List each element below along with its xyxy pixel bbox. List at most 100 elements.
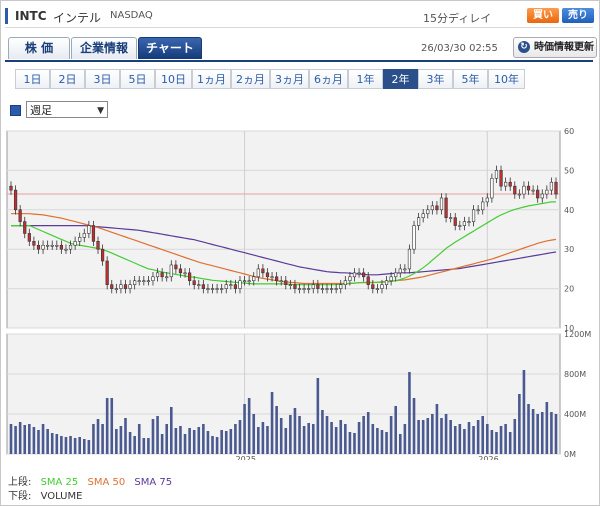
candle-body bbox=[357, 272, 361, 275]
period-button-10[interactable]: 2年 bbox=[383, 69, 418, 89]
candle-body bbox=[242, 280, 247, 283]
volume-tick-label: 1200M bbox=[564, 330, 591, 339]
period-button-0[interactable]: 1日 bbox=[15, 69, 50, 89]
volume-bar bbox=[243, 404, 246, 454]
candle-body bbox=[215, 288, 219, 290]
candle-body bbox=[183, 272, 187, 275]
volume-bar bbox=[92, 424, 95, 454]
legend-upper-row: 上段: SMA 25 SMA 50 SMA 75 bbox=[8, 473, 178, 488]
volume-bar bbox=[527, 404, 530, 454]
candle-body bbox=[96, 241, 100, 250]
volume-bar bbox=[156, 416, 159, 454]
volume-bar bbox=[257, 427, 260, 454]
volume-bar bbox=[14, 426, 17, 454]
candle-body bbox=[238, 280, 242, 289]
candle-body bbox=[284, 280, 288, 285]
candle-body bbox=[201, 284, 205, 289]
candle-body bbox=[68, 244, 73, 250]
period-button-7[interactable]: 3ヵ月 bbox=[270, 69, 309, 89]
period-button-13[interactable]: 10年 bbox=[488, 69, 525, 89]
sell-button[interactable]: 売り bbox=[562, 8, 594, 23]
volume-bar bbox=[540, 412, 544, 454]
legend-sma75: SMA 75 bbox=[134, 477, 173, 488]
candle-body bbox=[352, 272, 357, 278]
candle-body bbox=[100, 248, 105, 262]
volume-bar bbox=[105, 398, 109, 454]
period-button-1[interactable]: 2日 bbox=[50, 69, 85, 89]
candle-body bbox=[146, 280, 150, 283]
candle-body bbox=[554, 181, 558, 195]
volume-bar bbox=[550, 412, 553, 454]
period-button-11[interactable]: 3年 bbox=[418, 69, 453, 89]
candle-interval-select[interactable]: 週足 ▼ bbox=[26, 101, 108, 118]
candle-body bbox=[169, 264, 173, 278]
legend-lower-row: 下段: VOLUME bbox=[8, 487, 88, 502]
candle-body bbox=[137, 280, 141, 283]
period-button-4[interactable]: 10日 bbox=[155, 69, 192, 89]
volume-bar bbox=[458, 424, 462, 454]
quote-timestamp: 26/03/30 02:55 bbox=[421, 43, 498, 54]
tab-stock-price[interactable]: 株 価 bbox=[8, 37, 70, 59]
period-button-6[interactable]: 2ヵ月 bbox=[231, 69, 270, 89]
volume-bar bbox=[481, 416, 485, 454]
buy-button[interactable]: 買い bbox=[527, 8, 559, 23]
candle-body bbox=[339, 284, 343, 289]
volume-bar bbox=[64, 437, 68, 454]
candle-body bbox=[412, 225, 416, 250]
chevron-down-icon: ▼ bbox=[97, 106, 104, 116]
period-button-3[interactable]: 5日 bbox=[120, 69, 155, 89]
period-button-8[interactable]: 6ヵ月 bbox=[309, 69, 348, 89]
tab-chart[interactable]: チャート bbox=[138, 37, 202, 59]
period-button-9[interactable]: 1年 bbox=[348, 69, 383, 89]
volume-bar bbox=[289, 415, 292, 454]
settings-square-icon bbox=[10, 105, 21, 116]
volume-bar bbox=[252, 414, 256, 454]
candle-body bbox=[407, 248, 412, 270]
candle-body bbox=[165, 276, 169, 279]
volume-bar bbox=[531, 409, 535, 454]
volume-bar bbox=[298, 416, 301, 454]
candle-body bbox=[490, 177, 494, 199]
volume-bar bbox=[137, 424, 141, 454]
tab-company-info[interactable]: 企業情報 bbox=[71, 37, 137, 59]
volume-bar bbox=[339, 420, 343, 454]
candle-body bbox=[128, 284, 132, 289]
period-button-12[interactable]: 5年 bbox=[453, 69, 488, 89]
volume-bar bbox=[431, 414, 434, 454]
volume-bar bbox=[376, 428, 379, 454]
volume-bar bbox=[60, 436, 63, 454]
volume-bar bbox=[169, 407, 173, 454]
candle-body bbox=[105, 260, 109, 285]
period-button-2[interactable]: 3日 bbox=[85, 69, 120, 89]
candle-body bbox=[307, 288, 311, 290]
candle-body bbox=[435, 205, 439, 211]
period-button-5[interactable]: 1ヵ月 bbox=[192, 69, 231, 89]
volume-bar bbox=[69, 436, 72, 454]
candle-body bbox=[508, 181, 512, 187]
volume-bar bbox=[110, 398, 114, 454]
volume-bar bbox=[234, 424, 237, 454]
volume-bar bbox=[316, 378, 320, 454]
candle-body bbox=[87, 225, 91, 234]
volume-bar bbox=[408, 372, 411, 454]
candle-body bbox=[471, 209, 476, 222]
candle-body bbox=[302, 288, 306, 290]
volume-bar bbox=[440, 418, 443, 454]
price-volume-chart: 1020304050600M400M800M1200M2025 2026 bbox=[6, 127, 591, 464]
refresh-label: 時価情報更新 bbox=[534, 42, 594, 53]
volume-bar bbox=[385, 432, 388, 454]
candle-body bbox=[371, 284, 375, 289]
refresh-quote-button[interactable]: ↻ 時価情報更新 bbox=[513, 37, 597, 58]
candle-body bbox=[229, 284, 233, 286]
candle-body bbox=[197, 284, 201, 286]
refresh-icon: ↻ bbox=[518, 41, 530, 53]
volume-bar bbox=[499, 426, 503, 454]
candle-body bbox=[23, 221, 27, 234]
candle-body bbox=[540, 193, 544, 199]
candle-body bbox=[188, 272, 192, 282]
volume-bar bbox=[55, 434, 59, 454]
candle-body bbox=[297, 288, 302, 290]
volume-bar bbox=[147, 438, 150, 454]
volume-bar bbox=[293, 408, 297, 454]
candle-body bbox=[417, 217, 421, 226]
